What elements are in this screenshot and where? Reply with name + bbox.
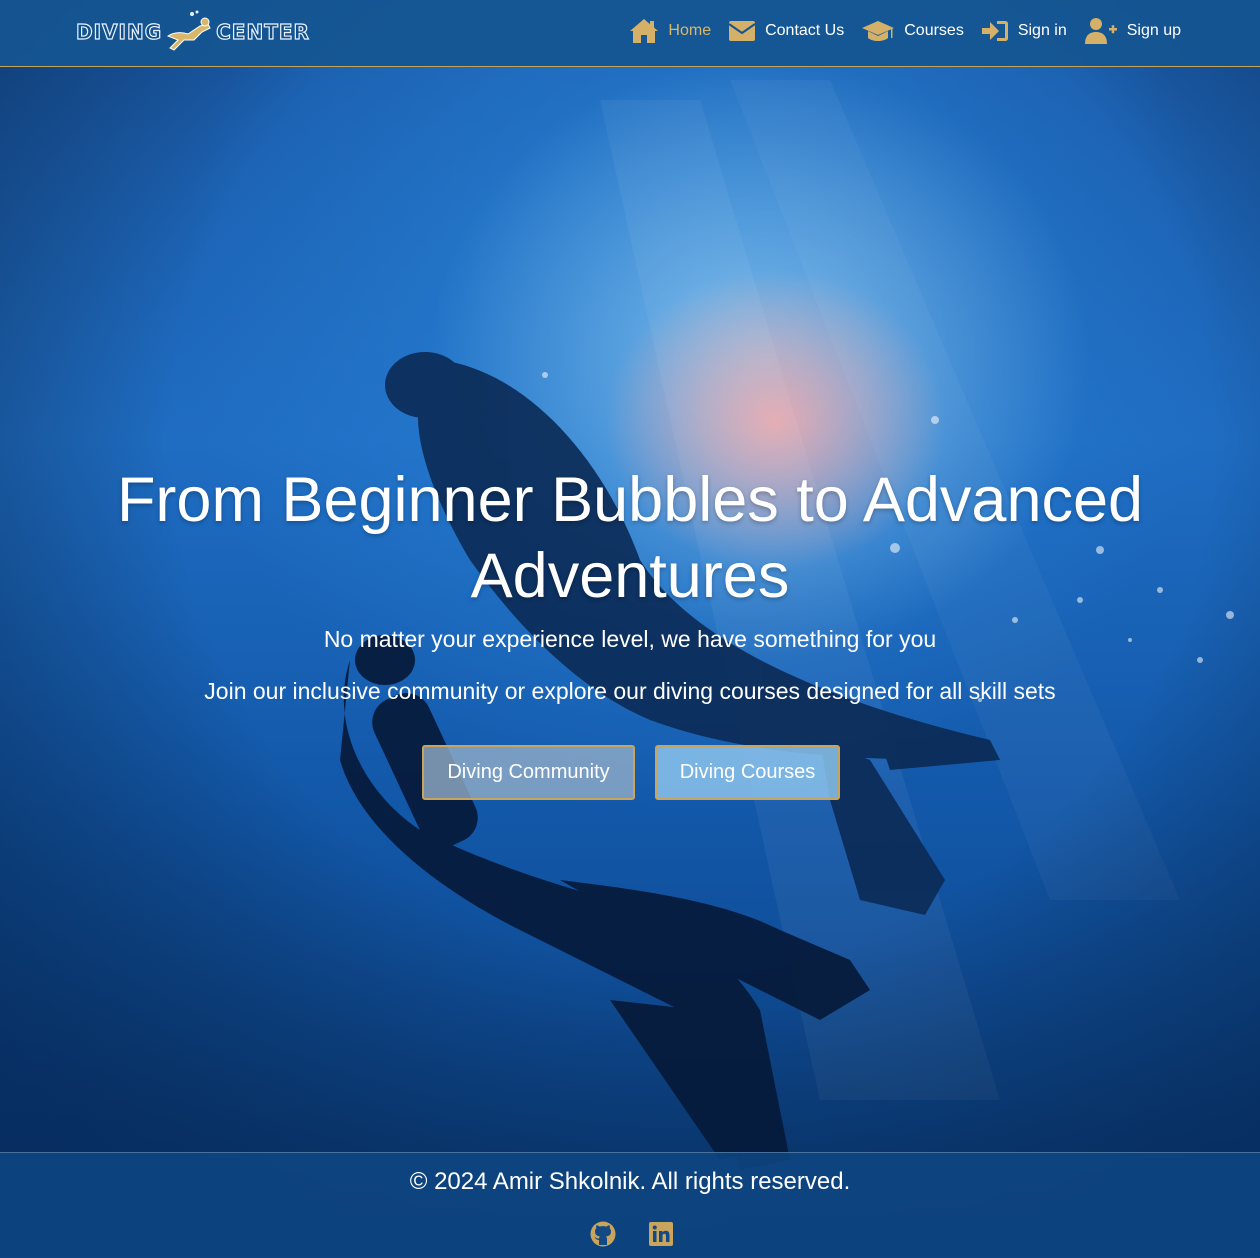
nav-contact-us-label: Contact Us	[765, 22, 845, 39]
nav-sign-in-label: Sign in	[1017, 22, 1067, 39]
nav-courses[interactable]: Courses	[861, 19, 964, 43]
user-plus-icon	[1084, 18, 1117, 44]
github-icon[interactable]	[590, 1221, 616, 1247]
social-links	[590, 1221, 674, 1247]
logo-word-center: CENTER	[216, 19, 310, 44]
brand-logo[interactable]: DIVING CENTER	[75, 10, 310, 54]
linkedin-icon[interactable]	[648, 1221, 674, 1247]
envelope-icon	[728, 21, 756, 41]
hero-section: From Beginner Bubbles to Advanced Advent…	[0, 462, 1260, 704]
page-footer: © 2024 Amir Shkolnik. All rights reserve…	[0, 1152, 1260, 1258]
nav-home[interactable]: Home	[629, 18, 711, 44]
sign-in-icon	[981, 21, 1008, 41]
graduation-cap-icon	[862, 21, 895, 41]
hero-title-line2: Adventures	[470, 541, 790, 611]
copyright-text: © 2024 Amir Shkolnik. All rights reserve…	[409, 1168, 851, 1195]
nav-sign-up-label: Sign up	[1126, 22, 1181, 39]
logo-word-diving: DIVING	[75, 19, 163, 44]
diver-logo-icon	[167, 10, 211, 51]
hero-subtitle: No matter your experience level, we have…	[323, 626, 937, 652]
main-nav: Home Contact Us Courses Sign in Sign up	[612, 14, 1181, 48]
nav-home-label: Home	[668, 22, 712, 39]
hero-subtitle-secondary: Join our inclusive community or explore …	[204, 678, 1056, 704]
nav-sign-up[interactable]: Sign up	[1084, 17, 1181, 45]
home-icon	[630, 19, 659, 43]
nav-sign-in[interactable]: Sign in	[981, 19, 1067, 43]
hero-title: From Beginner Bubbles to Advanced Advent…	[0, 462, 1260, 614]
top-navbar: DIVING CENTER Home Contact Us Courses Si…	[0, 0, 1260, 67]
nav-courses-label: Courses	[904, 22, 964, 39]
hero-title-line1: From Beginner Bubbles to Advanced	[116, 465, 1144, 535]
diving-courses-button[interactable]: Diving Courses	[655, 745, 840, 800]
nav-contact-us[interactable]: Contact Us	[728, 20, 844, 42]
diving-community-button[interactable]: Diving Community	[422, 745, 635, 800]
